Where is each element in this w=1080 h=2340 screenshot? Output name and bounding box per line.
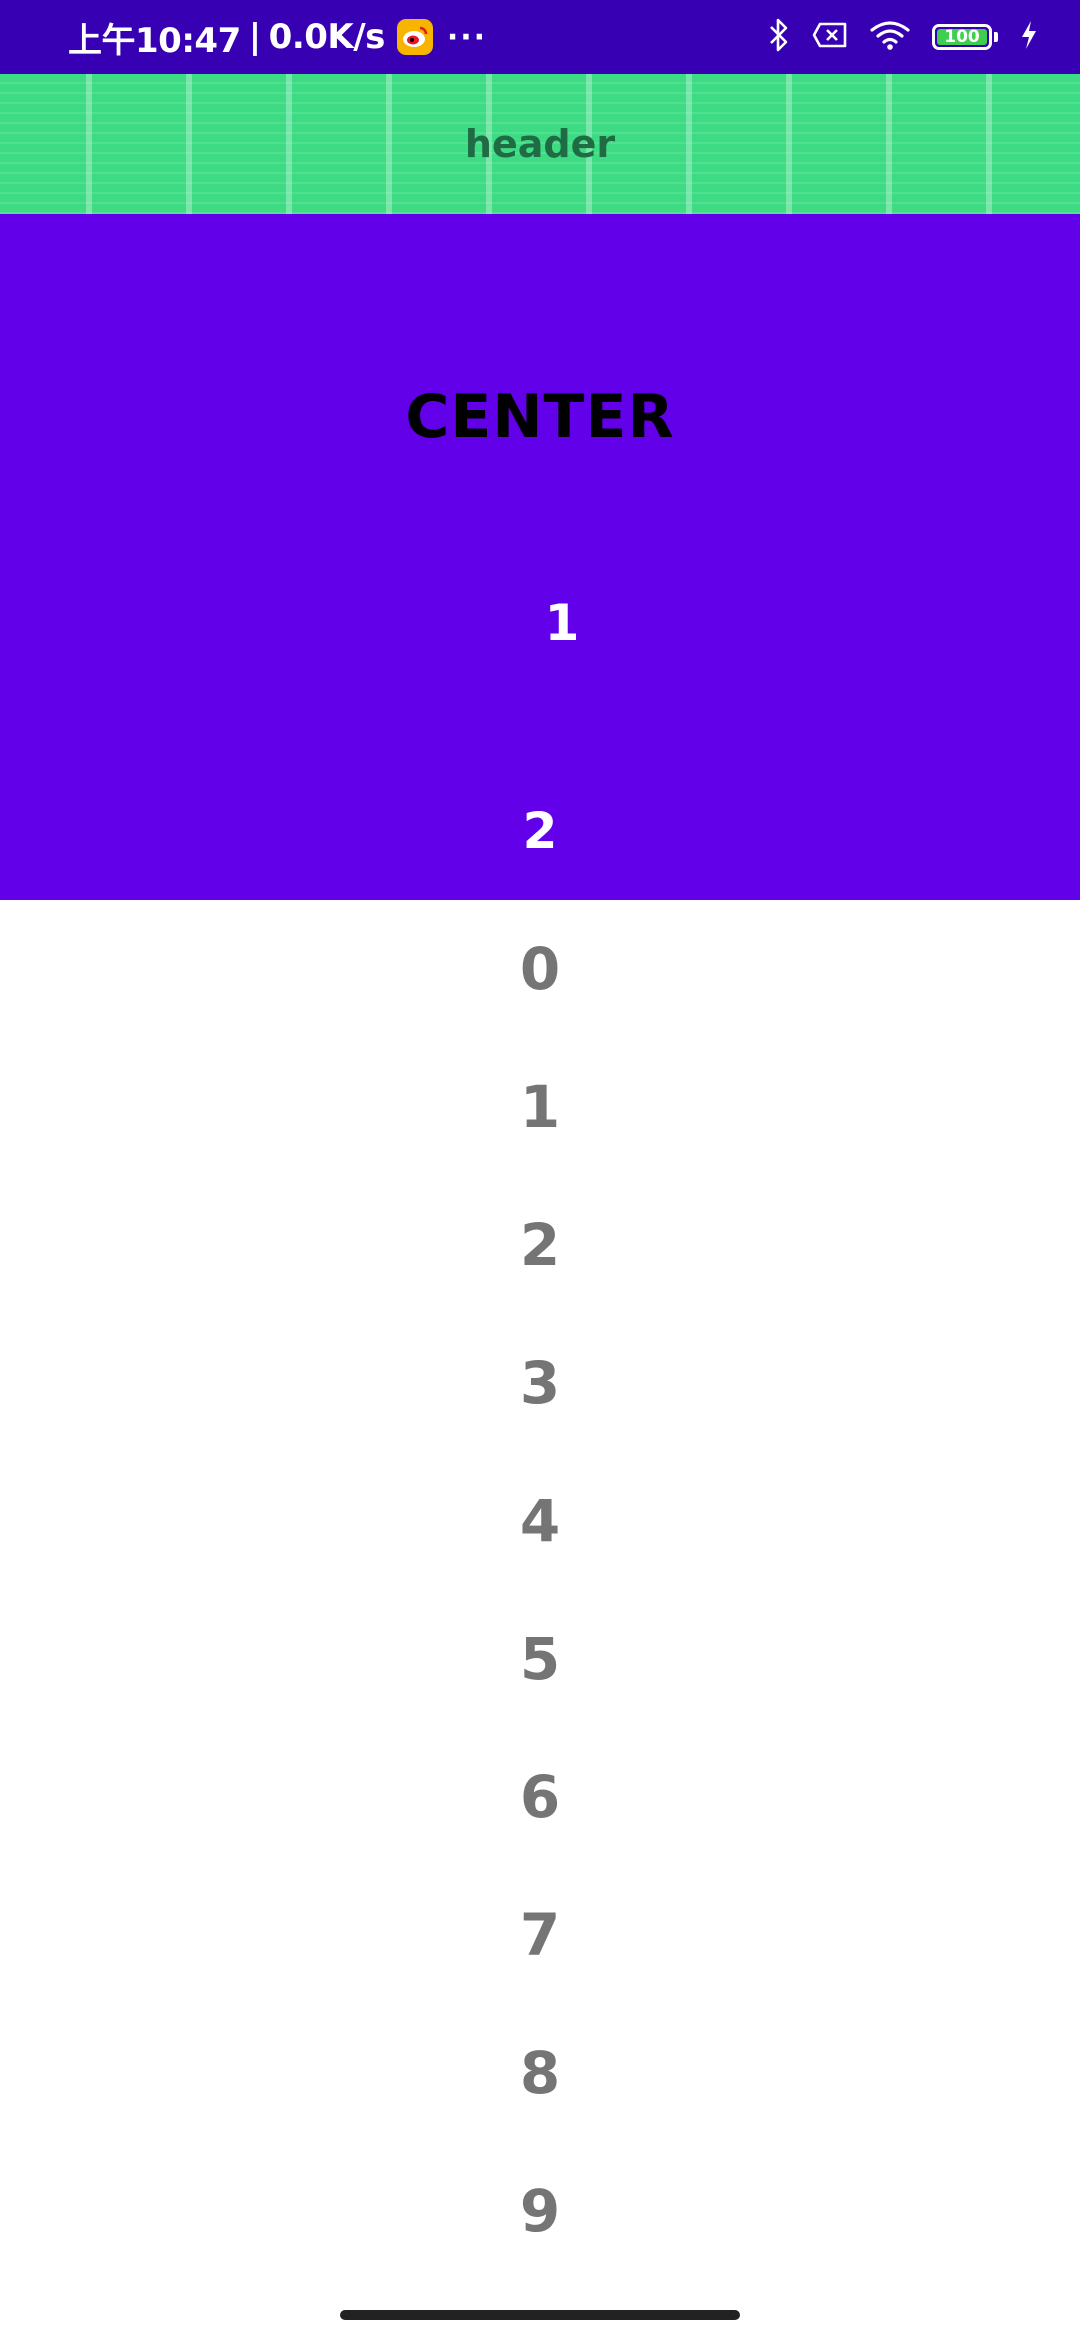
list-item[interactable]: 7 <box>0 1866 1080 2004</box>
list-item[interactable]: 3 <box>0 1314 1080 1452</box>
list-item[interactable]: 6 <box>0 1728 1080 1866</box>
status-time: 上午10:47 <box>68 20 241 61</box>
status-bar: 上午10:47 | 0.0K/s ··· 100 <box>0 0 1080 74</box>
header-title: header <box>464 122 616 166</box>
center-panel: CENTER 1 2 <box>0 214 1080 900</box>
header-bar: header <box>0 74 1080 214</box>
list-item[interactable]: 0 <box>0 900 1080 1038</box>
network-speed: 0.0K/s <box>268 17 386 57</box>
sim-disabled-icon <box>812 21 848 53</box>
weibo-notification-icon <box>396 19 433 55</box>
center-panel-item-2: 2 <box>522 802 558 860</box>
home-indicator[interactable] <box>340 2310 740 2320</box>
center-panel-item-1: 1 <box>544 594 580 652</box>
bluetooth-icon <box>768 18 790 56</box>
list-item[interactable]: 2 <box>0 1176 1080 1314</box>
list-item[interactable]: 8 <box>0 2004 1080 2142</box>
status-separator: | <box>248 17 261 57</box>
number-list[interactable]: 0 1 2 3 4 5 6 7 8 9 <box>0 900 1080 2280</box>
center-title: CENTER <box>405 382 675 452</box>
charging-icon <box>1020 20 1038 54</box>
battery-icon: 100 <box>932 24 998 50</box>
battery-level: 100 <box>937 28 987 45</box>
list-item[interactable]: 1 <box>0 1038 1080 1176</box>
list-item[interactable]: 9 <box>0 2142 1080 2280</box>
wifi-icon <box>870 20 910 54</box>
list-item[interactable]: 5 <box>0 1590 1080 1728</box>
status-right: 100 <box>768 18 1038 56</box>
list-item[interactable]: 4 <box>0 1452 1080 1590</box>
status-left: 上午10:47 | 0.0K/s ··· <box>68 13 487 62</box>
more-notifications-icon: ··· <box>446 19 488 55</box>
